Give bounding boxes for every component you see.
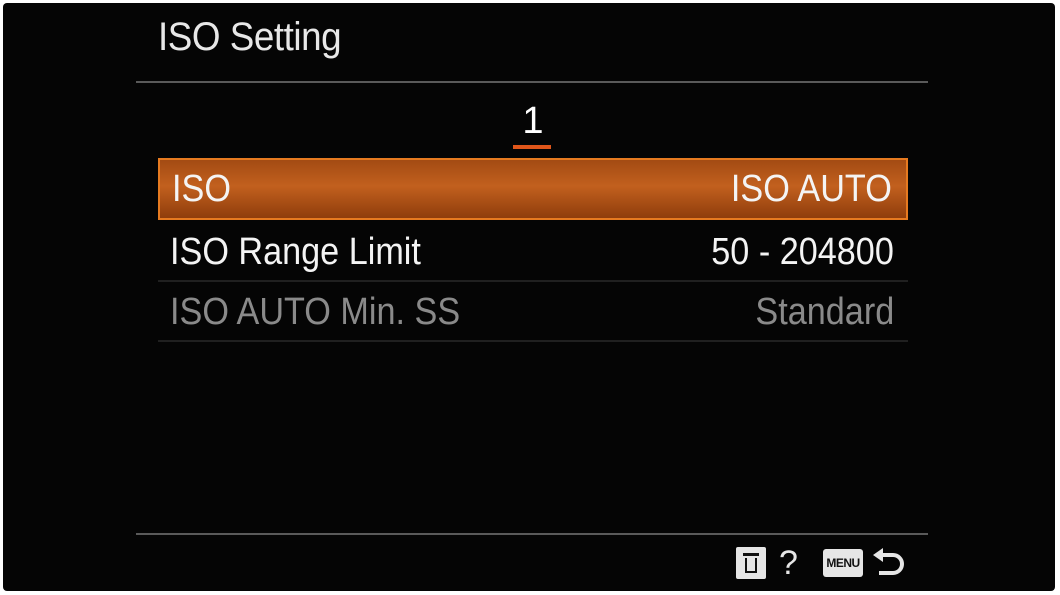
page-title: ISO Setting xyxy=(158,15,342,59)
page-tab-indicator xyxy=(513,145,551,149)
camera-menu-screen: ISO Setting 1 ISO ISO AUTO ISO Range Lim… xyxy=(3,3,1055,591)
header-divider xyxy=(136,81,928,83)
page-tab-number[interactable]: 1 xyxy=(515,101,551,141)
menu-item-value: Standard xyxy=(755,291,894,333)
footer-divider xyxy=(136,533,928,535)
menu-item-label: ISO xyxy=(172,168,231,210)
menu-item-iso[interactable]: ISO ISO AUTO xyxy=(158,158,908,220)
help-question-mark[interactable]: ? xyxy=(779,545,798,581)
menu-list: ISO ISO AUTO ISO Range Limit 50 - 204800… xyxy=(158,158,908,342)
menu-item-value: ISO AUTO xyxy=(731,168,892,210)
menu-button-icon[interactable]: MENU xyxy=(823,549,863,577)
menu-item-label: ISO Range Limit xyxy=(170,231,421,273)
menu-item-value: 50 - 204800 xyxy=(711,231,894,273)
menu-item-iso-auto-min-ss: ISO AUTO Min. SS Standard xyxy=(158,282,908,342)
footer-controls: ? MENU xyxy=(733,543,933,587)
menu-item-label: ISO AUTO Min. SS xyxy=(170,291,461,333)
trash-icon[interactable] xyxy=(736,547,766,579)
return-arrow-icon[interactable] xyxy=(871,547,907,581)
menu-item-iso-range-limit[interactable]: ISO Range Limit 50 - 204800 xyxy=(158,222,908,282)
